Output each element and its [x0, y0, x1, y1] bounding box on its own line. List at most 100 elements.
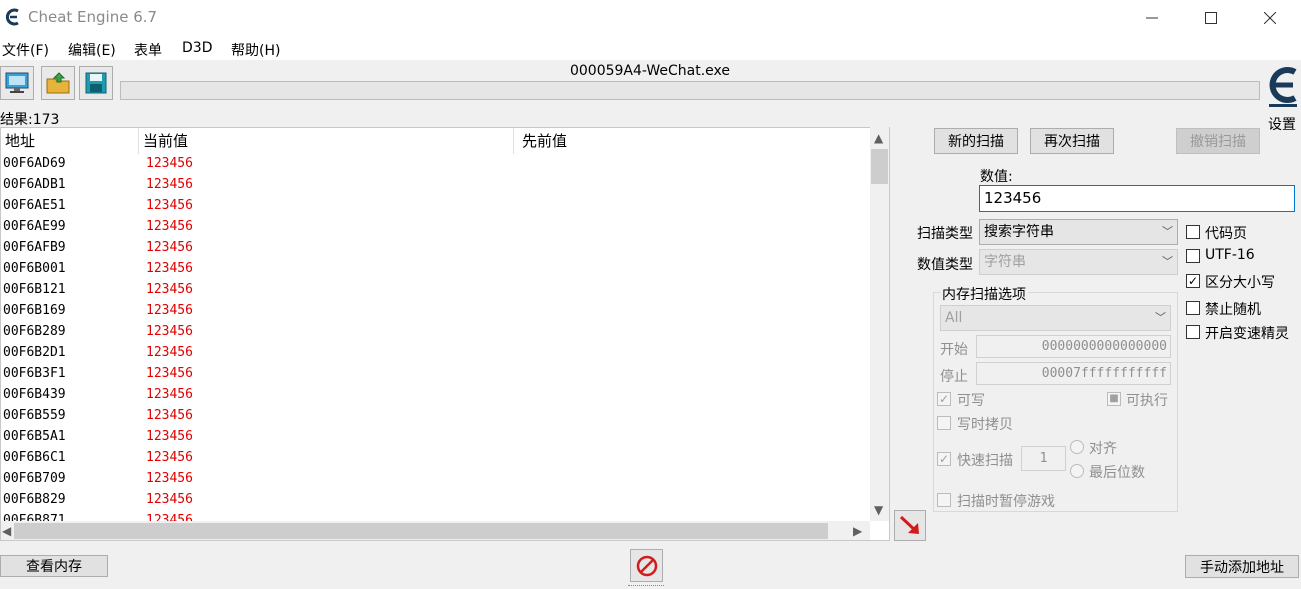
region-value: All — [945, 310, 963, 326]
table-row[interactable]: 00F6AE51 123456 — [1, 196, 869, 217]
value-label: 数值: — [980, 169, 1013, 185]
row-address: 00F6B6C1 — [3, 450, 66, 465]
open-file-button[interactable] — [41, 66, 75, 100]
table-row[interactable]: 00F6B6C1 123456 — [1, 448, 869, 469]
scroll-left-icon[interactable]: ◀ — [2, 524, 11, 538]
utf16-label: UTF-16 — [1205, 247, 1255, 263]
pause-game-checkbox[interactable] — [937, 493, 951, 507]
last-digits-radio[interactable] — [1070, 464, 1084, 478]
scroll-right-icon[interactable]: ▶ — [853, 524, 862, 538]
row-address: 00F6ADB1 — [3, 177, 66, 192]
table-row[interactable]: 00F6B829 123456 — [1, 490, 869, 511]
codepage-checkbox[interactable] — [1186, 225, 1200, 239]
table-row[interactable]: 00F6B289 123456 — [1, 322, 869, 343]
region-select[interactable]: All ﹀ — [940, 305, 1171, 331]
add-address-manually-button[interactable]: 手动添加地址 — [1185, 555, 1299, 578]
row-address: 00F6B289 — [3, 324, 66, 339]
table-row[interactable]: 00F6B709 123456 — [1, 469, 869, 490]
scan-type-label: 扫描类型 — [917, 226, 973, 242]
table-row[interactable]: 00F6B2D1 123456 — [1, 343, 869, 364]
copy-on-write-checkbox[interactable] — [937, 416, 951, 430]
maximize-icon[interactable] — [1188, 0, 1234, 36]
row-address: 00F6B709 — [3, 471, 66, 486]
table-row[interactable]: 00F6B3F1 123456 — [1, 364, 869, 385]
scan-type-select[interactable]: 搜索字符串 ﹀ — [979, 219, 1178, 245]
writable-checkbox[interactable]: ✓ — [937, 392, 951, 406]
select-process-button[interactable] — [0, 66, 34, 100]
column-header-current-value[interactable]: 当前值 — [139, 128, 514, 154]
executable-checkbox[interactable]: ■ — [1107, 392, 1121, 406]
view-memory-button[interactable]: 查看内存 — [0, 555, 108, 577]
column-header-address[interactable]: 地址 — [1, 128, 139, 154]
scan-progress-bar — [120, 81, 1260, 100]
no-random-label: 禁止随机 — [1205, 302, 1261, 318]
row-current-value: 123456 — [146, 429, 193, 444]
row-address: 00F6B5A1 — [3, 429, 66, 444]
stop-label: 停止 — [940, 369, 968, 385]
fast-scan-alignment-input[interactable]: 1 — [1021, 446, 1066, 471]
undo-scan-button[interactable]: 撤销扫描 — [1176, 128, 1260, 154]
scan-value-input[interactable]: 123456 — [979, 185, 1295, 212]
table-row[interactable]: 00F6B5A1 123456 — [1, 427, 869, 448]
row-address: 00F6B3F1 — [3, 366, 66, 381]
row-current-value: 123456 — [146, 219, 193, 234]
close-icon[interactable] — [1247, 0, 1293, 36]
row-address: 00F6B001 — [3, 261, 66, 276]
menu-d3d[interactable]: D3D — [182, 40, 212, 56]
value-type-value: 字符串 — [984, 254, 1026, 270]
scan-type-value: 搜索字符串 — [984, 224, 1054, 240]
settings-label[interactable]: 设置 — [1268, 114, 1296, 134]
table-row[interactable]: 00F6AE99 123456 — [1, 217, 869, 238]
table-row[interactable]: 00F6B439 123456 — [1, 385, 869, 406]
list-hscroll-thumb[interactable] — [14, 523, 828, 539]
table-row[interactable]: 00F6AFB9 123456 — [1, 238, 869, 259]
menu-help[interactable]: 帮助(H) — [231, 40, 280, 60]
add-to-addresslist-button[interactable] — [894, 510, 926, 541]
table-row[interactable]: 00F6B169 123456 — [1, 301, 869, 322]
list-vertical-scrollbar[interactable] — [870, 127, 889, 521]
process-name: 000059A4-WeChat.exe — [569, 63, 731, 79]
minimize-icon[interactable] — [1129, 0, 1175, 36]
new-scan-button[interactable]: 新的扫描 — [934, 128, 1018, 154]
table-row[interactable]: 00F6B001 123456 — [1, 259, 869, 280]
start-address-input[interactable]: 0000000000000000 — [976, 335, 1171, 358]
column-header-previous-value[interactable]: 先前值 — [514, 128, 871, 154]
list-vscroll-thumb[interactable] — [871, 149, 888, 184]
speedhack-label: 开启变速精灵 — [1205, 326, 1289, 342]
row-address: 00F6B121 — [3, 282, 66, 297]
row-current-value: 123456 — [146, 198, 193, 213]
no-random-checkbox[interactable] — [1186, 301, 1200, 315]
splitter-grip[interactable] — [628, 585, 664, 589]
table-row[interactable]: 00F6AD69 123456 — [1, 154, 869, 175]
codepage-label: 代码页 — [1205, 226, 1247, 242]
speedhack-checkbox[interactable] — [1186, 325, 1200, 339]
table-row[interactable]: 00F6B121 123456 — [1, 280, 869, 301]
row-address: 00F6B2D1 — [3, 345, 66, 360]
utf16-checkbox[interactable] — [1186, 249, 1200, 263]
case-sensitive-checkbox[interactable]: ✓ — [1186, 274, 1200, 288]
results-count: 结果:173 — [0, 112, 60, 128]
save-file-button[interactable] — [79, 66, 113, 100]
cheat-engine-logo-icon[interactable] — [1263, 62, 1301, 110]
clear-list-button[interactable] — [630, 549, 663, 582]
align-label: 对齐 — [1089, 441, 1117, 457]
menu-table[interactable]: 表单 — [134, 40, 162, 60]
found-address-list[interactable]: 地址 当前值 先前值 00F6AD69 123456 00F6ADB1 123456 0… — [0, 127, 890, 541]
copy-on-write-label: 写时拷贝 — [957, 417, 1013, 433]
row-current-value: 123456 — [146, 387, 193, 402]
table-row[interactable]: 00F6B559 123456 — [1, 406, 869, 427]
align-radio[interactable] — [1070, 440, 1084, 454]
scroll-up-icon[interactable]: ▲ — [874, 131, 883, 145]
row-current-value: 123456 — [146, 282, 193, 297]
stop-address-input[interactable]: 00007fffffffffff — [976, 362, 1171, 385]
row-current-value: 123456 — [146, 450, 193, 465]
menu-file[interactable]: 文件(F) — [2, 40, 49, 60]
table-row[interactable]: 00F6ADB1 123456 — [1, 175, 869, 196]
scroll-down-icon[interactable]: ▼ — [874, 503, 883, 517]
value-type-select[interactable]: 字符串 ﹀ — [979, 249, 1178, 275]
menu-edit[interactable]: 编辑(E) — [68, 40, 116, 60]
last-digits-label: 最后位数 — [1089, 465, 1145, 481]
fast-scan-checkbox[interactable]: ✓ — [937, 452, 951, 466]
next-scan-button[interactable]: 再次扫描 — [1030, 128, 1114, 154]
row-current-value: 123456 — [146, 492, 193, 507]
